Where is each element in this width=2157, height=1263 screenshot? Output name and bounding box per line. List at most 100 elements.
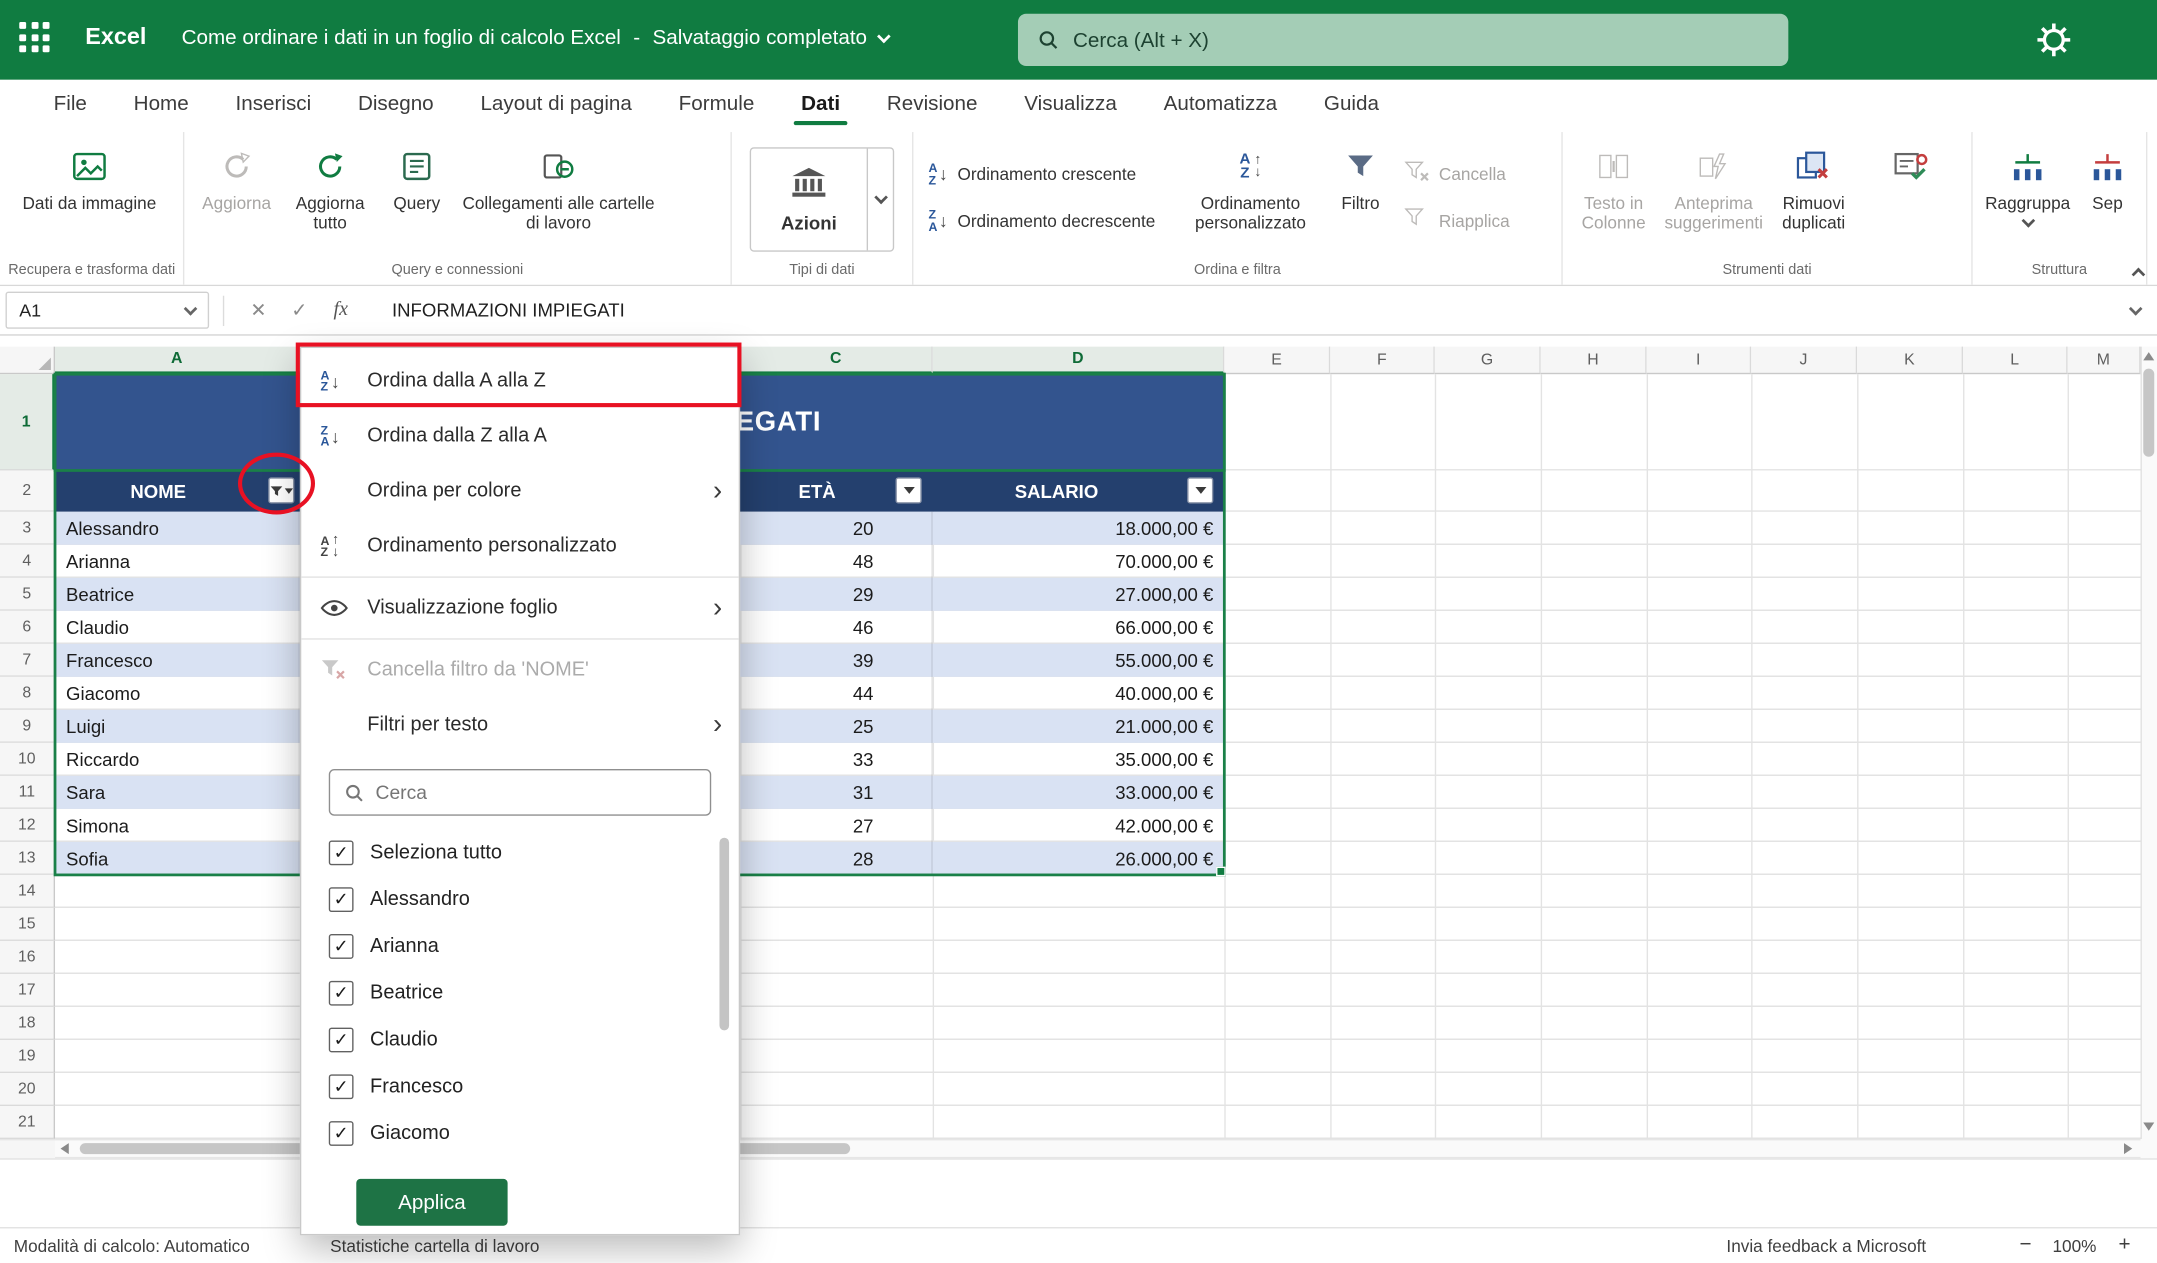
cell-age[interactable]: 48 — [740, 545, 933, 578]
cell-age[interactable]: 29 — [740, 578, 933, 611]
row-header-18[interactable]: 18 — [0, 1007, 55, 1040]
cell-name[interactable]: Sofia — [55, 842, 300, 875]
filter-option[interactable]: ✓ Francesco — [301, 1063, 738, 1110]
cell-age[interactable]: 44 — [740, 677, 933, 710]
ribbon-tab-visualizza[interactable]: Visualizza — [1001, 80, 1140, 128]
row-header-15[interactable]: 15 — [0, 908, 55, 941]
filter-dropdown-salario[interactable] — [1187, 477, 1213, 503]
scroll-down-icon[interactable] — [2143, 1123, 2154, 1131]
ribbon-tab-disegno[interactable]: Disegno — [335, 80, 457, 128]
menu-scroll-thumb[interactable] — [719, 838, 729, 1031]
ribbon-tab-home[interactable]: Home — [110, 80, 212, 128]
cell-age[interactable]: 46 — [740, 611, 933, 644]
cell-age[interactable]: 33 — [740, 743, 933, 776]
cell-name[interactable]: Claudio — [55, 611, 300, 644]
column-header-f[interactable]: F — [1330, 347, 1435, 375]
apply-filter-button[interactable]: Applica — [356, 1179, 507, 1226]
data-validation-button[interactable] — [1858, 139, 1965, 201]
zoom-in-button[interactable]: + — [2118, 1233, 2130, 1256]
cell-name[interactable]: Sara — [55, 776, 300, 809]
data-from-picture-button[interactable]: Dati da immagine — [7, 139, 172, 220]
cell-name[interactable]: Francesco — [55, 644, 300, 677]
row-header-7[interactable]: 7 — [0, 644, 55, 677]
cell-name[interactable]: Riccardo — [55, 743, 300, 776]
row-header-5[interactable]: 5 — [0, 578, 55, 611]
row-header-1[interactable]: 1 — [0, 374, 55, 470]
row-header-2[interactable]: 2 — [0, 470, 55, 511]
feedback-link[interactable]: Invia feedback a Microsoft — [1726, 1237, 1926, 1256]
filter-option[interactable]: ✓ Alessandro — [301, 876, 738, 923]
cell-salary[interactable]: 27.000,00 € — [933, 578, 1225, 611]
scroll-right-icon[interactable] — [2124, 1143, 2132, 1154]
refresh-all-button[interactable]: Aggiorna tutto — [282, 139, 378, 239]
menu-item-text-filters[interactable]: Filtri per testo › — [301, 697, 738, 752]
column-header-d[interactable]: D — [933, 347, 1225, 375]
query-button[interactable]: Query — [378, 139, 455, 220]
confirm-entry-icon[interactable]: ✓ — [279, 299, 320, 322]
filter-button[interactable]: Filtro — [1325, 139, 1397, 220]
custom-sort-button[interactable]: AZ ↑↓ Ordinamento personalizzato — [1176, 139, 1325, 239]
filter-option[interactable]: ✓ Arianna — [301, 923, 738, 970]
column-header-a[interactable]: A — [55, 347, 300, 375]
ribbon-tab-dati[interactable]: Dati — [778, 80, 864, 128]
column-header-m[interactable]: M — [2068, 347, 2141, 375]
cell-name[interactable]: Luigi — [55, 710, 300, 743]
vertical-scrollbar[interactable] — [2140, 347, 2157, 1139]
column-header-k[interactable]: K — [1857, 347, 1963, 375]
row-header-19[interactable]: 19 — [0, 1040, 55, 1073]
cell-salary[interactable]: 66.000,00 € — [933, 611, 1225, 644]
refresh-button[interactable]: Aggiorna — [191, 139, 282, 220]
insert-function-button[interactable]: fx — [320, 299, 362, 322]
search-input[interactable]: Cerca (Alt + X) — [1018, 14, 1788, 66]
row-header-3[interactable]: 3 — [0, 512, 55, 545]
cell-salary[interactable]: 40.000,00 € — [933, 677, 1225, 710]
row-header-4[interactable]: 4 — [0, 545, 55, 578]
cell-name[interactable]: Simona — [55, 809, 300, 842]
filter-search-box[interactable] — [329, 769, 711, 816]
cell-salary[interactable]: 55.000,00 € — [933, 644, 1225, 677]
reapply-filter-button[interactable]: Riapplica — [1396, 204, 1534, 238]
ribbon-tab-layout[interactable]: Layout di pagina — [457, 80, 655, 128]
flash-fill-button[interactable]: Anteprima suggerimenti — [1658, 139, 1770, 239]
column-header-e[interactable]: E — [1224, 347, 1330, 375]
row-header-21[interactable]: 21 — [0, 1106, 55, 1139]
menu-item-sheet-view[interactable]: Visualizzazione foglio › — [301, 581, 738, 636]
menu-item-clear-filter[interactable]: Cancella filtro da 'NOME' — [301, 642, 738, 697]
header-cell-nome[interactable]: NOME — [55, 470, 261, 511]
menu-item-sort-az[interactable]: AZ↓ Ordina dalla A alla Z — [301, 354, 738, 409]
ribbon-tab-revisione[interactable]: Revisione — [863, 80, 1000, 128]
text-to-columns-button[interactable]: Testo in Colonne — [1570, 139, 1658, 239]
cell-age[interactable]: 25 — [740, 710, 933, 743]
cell-name[interactable]: Giacomo — [55, 677, 300, 710]
remove-duplicates-button[interactable]: Rimuovi duplicati — [1770, 139, 1858, 239]
document-title[interactable]: Come ordinare i dati in un foglio di cal… — [182, 26, 889, 49]
zoom-out-button[interactable]: − — [2019, 1233, 2031, 1256]
select-all-corner[interactable] — [0, 347, 55, 375]
row-header-11[interactable]: 11 — [0, 776, 55, 809]
row-header-6[interactable]: 6 — [0, 611, 55, 644]
ribbon-tab-inserisci[interactable]: Inserisci — [212, 80, 334, 128]
clear-filter-button[interactable]: Cancella — [1396, 157, 1534, 191]
cancel-entry-icon[interactable]: ✕ — [238, 299, 279, 322]
filter-option[interactable]: ✓ Beatrice — [301, 970, 738, 1017]
cell-age[interactable]: 39 — [740, 644, 933, 677]
ribbon-tab-guida[interactable]: Guida — [1301, 80, 1403, 128]
settings-gear-icon[interactable] — [2036, 22, 2072, 58]
workbook-links-button[interactable]: Collegamenti alle cartelle di lavoro — [455, 139, 661, 239]
calc-mode-status[interactable]: Modalità di calcolo: Automatico — [14, 1237, 250, 1256]
cell-salary[interactable]: 26.000,00 € — [933, 842, 1225, 875]
row-header-12[interactable]: 12 — [0, 809, 55, 842]
column-header-h[interactable]: H — [1541, 347, 1647, 375]
zoom-level[interactable]: 100% — [2052, 1237, 2096, 1256]
row-header-8[interactable]: 8 — [0, 677, 55, 710]
column-header-j[interactable]: J — [1751, 347, 1857, 375]
cell-age[interactable]: 27 — [740, 809, 933, 842]
formula-bar-expand-icon[interactable] — [2129, 301, 2143, 315]
filter-dropdown-eta[interactable] — [896, 477, 922, 503]
ribbon-tab-automatizza[interactable]: Automatizza — [1140, 80, 1300, 128]
column-header-g[interactable]: G — [1435, 347, 1541, 375]
name-box[interactable]: A1 — [6, 292, 210, 329]
app-launcher-icon[interactable] — [19, 22, 55, 58]
sort-descending-button[interactable]: ZA↓ Ordinamento decrescente — [920, 204, 1176, 238]
workbook-stats-button[interactable]: Statistiche cartella di lavoro — [330, 1237, 539, 1256]
